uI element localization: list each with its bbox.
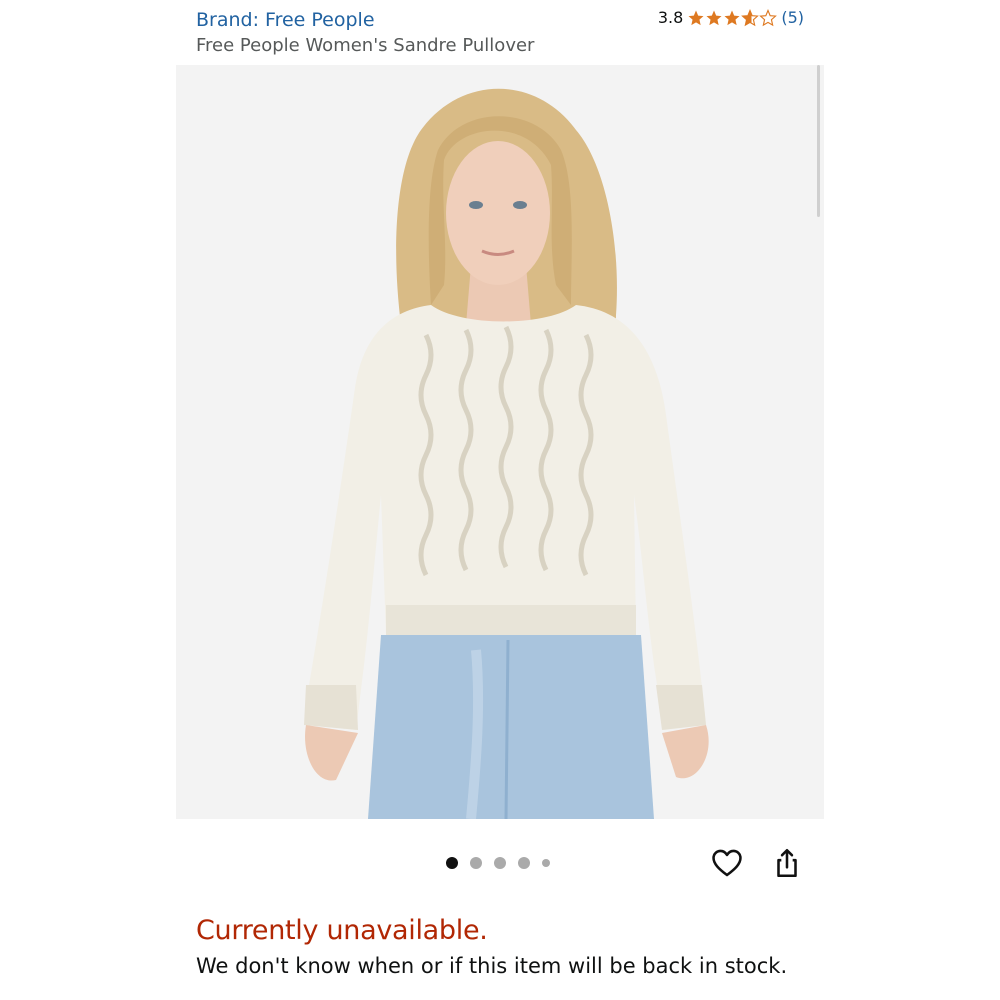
availability-status: Currently unavailable. [196, 915, 488, 946]
product-title: Free People Women's Sandre Pullover [196, 35, 535, 56]
star-icon [741, 9, 760, 27]
star-icon [724, 10, 740, 26]
review-count-link[interactable]: (5) [781, 5, 804, 31]
product-image[interactable] [176, 65, 824, 819]
star-empty-icon [759, 9, 778, 27]
star-rating[interactable] [687, 9, 778, 27]
star-icon [706, 10, 722, 26]
product-image-carousel[interactable] [176, 65, 824, 819]
pager-dot[interactable] [518, 857, 530, 869]
rating-value: 3.8 [657, 8, 684, 27]
pager-dot[interactable] [542, 859, 550, 867]
availability-note: We don't know when or if this item will … [196, 954, 788, 978]
image-scrollbar[interactable] [817, 65, 820, 217]
image-pager[interactable] [446, 857, 550, 869]
share-icon[interactable] [770, 846, 804, 880]
brand-link[interactable]: Brand: Free People [196, 6, 375, 34]
rating-summary[interactable]: 3.8 (5) [658, 5, 804, 31]
star-icon [688, 10, 704, 26]
pager-dot-active[interactable] [446, 857, 458, 869]
heart-icon[interactable] [710, 846, 744, 880]
pager-dot[interactable] [470, 857, 482, 869]
pager-dot[interactable] [494, 857, 506, 869]
